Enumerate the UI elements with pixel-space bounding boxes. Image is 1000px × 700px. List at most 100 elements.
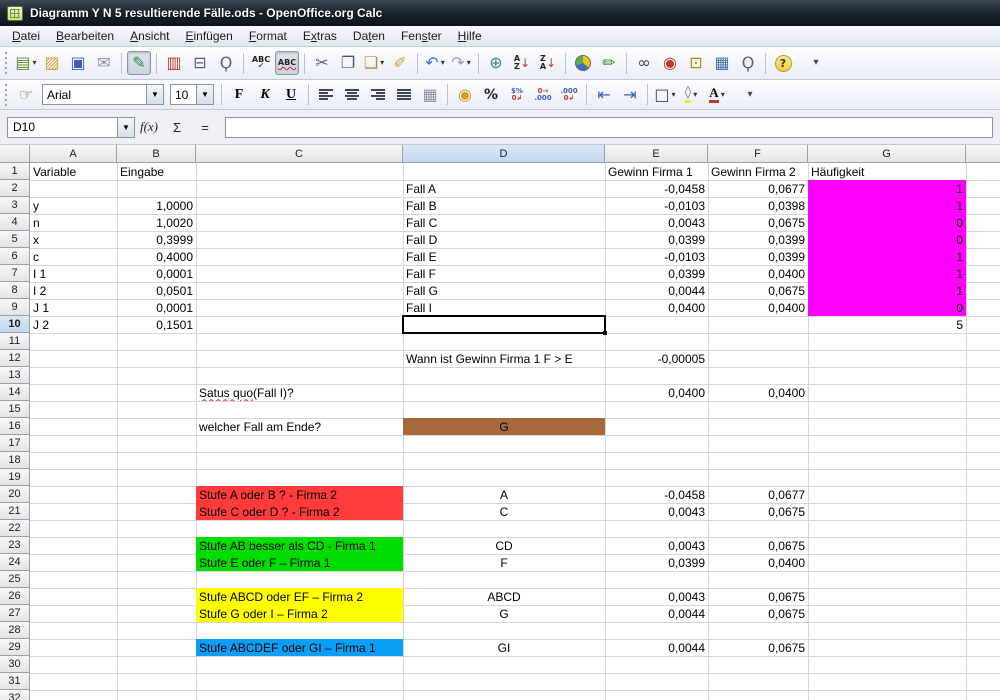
cell-F20[interactable]: 0,0677	[708, 486, 809, 504]
cell-H26[interactable]	[966, 588, 1000, 606]
cell-F3[interactable]: 0,0398	[708, 197, 809, 215]
cell-C19[interactable]	[196, 469, 404, 487]
column-header-B[interactable]: B	[117, 145, 196, 163]
chevron-down-icon[interactable]: ▾	[693, 91, 697, 99]
cell-F7[interactable]: 0,0400	[708, 265, 809, 283]
bold-button[interactable]: F	[227, 83, 251, 107]
cell-B7[interactable]: 0,0001	[117, 265, 197, 283]
cell-B14[interactable]	[117, 384, 197, 402]
row-header-17[interactable]: 17	[0, 435, 30, 452]
increase-indent-button[interactable]: ⇥	[618, 83, 642, 107]
cell-F12[interactable]	[708, 350, 809, 368]
cell-E24[interactable]: 0,0399	[605, 554, 709, 572]
cell-D2[interactable]: Fall A	[403, 180, 606, 198]
row-header-14[interactable]: 14	[0, 384, 30, 401]
edit-mode-button[interactable]: ✎	[127, 51, 151, 75]
menu-einfügen[interactable]: Einfügen	[177, 27, 240, 45]
cell-H11[interactable]	[966, 333, 1000, 351]
cell-C29[interactable]: Stufe ABCDEF oder GI – Firma 1	[196, 639, 404, 657]
cell-F4[interactable]: 0,0675	[708, 214, 809, 232]
cell-D15[interactable]	[403, 401, 606, 419]
row-header-23[interactable]: 23	[0, 537, 30, 554]
chevron-down-icon[interactable]: ▾	[441, 59, 445, 67]
cell-B25[interactable]	[117, 571, 197, 589]
cell-E13[interactable]	[605, 367, 709, 385]
cell-F8[interactable]: 0,0675	[708, 282, 809, 300]
row-header-29[interactable]: 29	[0, 639, 30, 656]
cell-A11[interactable]	[30, 333, 118, 351]
spellcheck-button[interactable]: ABC✔	[249, 51, 273, 75]
cell-A9[interactable]: J 1	[30, 299, 118, 317]
background-color-button[interactable]: ◊▾	[679, 83, 703, 107]
cell-B31[interactable]	[117, 673, 197, 691]
cell-C31[interactable]	[196, 673, 404, 691]
cell-D4[interactable]: Fall C	[403, 214, 606, 232]
cell-F1[interactable]: Gewinn Firma 2	[708, 163, 809, 181]
cell-G9[interactable]: 0	[808, 299, 967, 317]
cell-B24[interactable]	[117, 554, 197, 572]
row-header-9[interactable]: 9	[0, 299, 30, 316]
formula-equals-button[interactable]: =	[192, 116, 218, 138]
cell-A17[interactable]	[30, 435, 118, 453]
cell-C14[interactable]: Satus quo (Fall I)?	[196, 384, 404, 402]
cell-D17[interactable]	[403, 435, 606, 453]
cell-H14[interactable]	[966, 384, 1000, 402]
cell-C4[interactable]	[196, 214, 404, 232]
cell-H15[interactable]	[966, 401, 1000, 419]
cell-A8[interactable]: I 2	[30, 282, 118, 300]
toolbar-drag-handle[interactable]	[4, 52, 9, 74]
column-header-E[interactable]: E	[605, 145, 708, 163]
cell-D18[interactable]	[403, 452, 606, 470]
cell-D27[interactable]: G	[403, 605, 606, 623]
cell-A16[interactable]	[30, 418, 118, 436]
cell-D29[interactable]: GI	[403, 639, 606, 657]
cell-B29[interactable]	[117, 639, 197, 657]
cell-C24[interactable]: Stufe E oder F – Firma 1	[196, 554, 404, 572]
cell-D14[interactable]	[403, 384, 606, 402]
styles-button[interactable]: ☞	[14, 83, 38, 107]
cell-E16[interactable]	[605, 418, 709, 436]
cell-F15[interactable]	[708, 401, 809, 419]
row-header-5[interactable]: 5	[0, 231, 30, 248]
cell-E3[interactable]: -0,0103	[605, 197, 709, 215]
cell-G3[interactable]: 1	[808, 197, 967, 215]
row-header-2[interactable]: 2	[0, 180, 30, 197]
autospellcheck-button[interactable]: ABC	[275, 51, 299, 75]
cell-E14[interactable]: 0,0400	[605, 384, 709, 402]
sum-button[interactable]: Σ	[164, 116, 190, 138]
cell-G31[interactable]	[808, 673, 967, 691]
cell-E11[interactable]	[605, 333, 709, 351]
cell-H27[interactable]	[966, 605, 1000, 623]
cell-H21[interactable]	[966, 503, 1000, 521]
page-preview-button[interactable]: Ϙ	[214, 51, 238, 75]
cell-D19[interactable]	[403, 469, 606, 487]
copy-button[interactable]: ❐	[336, 51, 360, 75]
row-header-6[interactable]: 6	[0, 248, 30, 265]
row-header-12[interactable]: 12	[0, 350, 30, 367]
cell-H31[interactable]	[966, 673, 1000, 691]
cell-H12[interactable]	[966, 350, 1000, 368]
cell-F25[interactable]	[708, 571, 809, 589]
cell-A1[interactable]: Variable	[30, 163, 118, 181]
cell-E29[interactable]: 0,0044	[605, 639, 709, 657]
save-button[interactable]: ▣	[66, 51, 90, 75]
row-header-31[interactable]: 31	[0, 673, 30, 690]
cell-E28[interactable]	[605, 622, 709, 640]
cell-E10[interactable]	[605, 316, 709, 334]
cell-H6[interactable]	[966, 248, 1000, 266]
cell-C30[interactable]	[196, 656, 404, 674]
underline-button[interactable]: U	[279, 83, 303, 107]
row-header-26[interactable]: 26	[0, 588, 30, 605]
cell-H18[interactable]	[966, 452, 1000, 470]
cell-F11[interactable]	[708, 333, 809, 351]
cell-D28[interactable]	[403, 622, 606, 640]
cell-G15[interactable]	[808, 401, 967, 419]
formatting-toolbar-overflow-button[interactable]: ▾	[738, 83, 762, 107]
cell-C28[interactable]	[196, 622, 404, 640]
cell-A27[interactable]	[30, 605, 118, 623]
cell-D25[interactable]	[403, 571, 606, 589]
paste-button[interactable]: ❏▾	[362, 51, 386, 75]
cell-H22[interactable]	[966, 520, 1000, 538]
row-header-1[interactable]: 1	[0, 163, 30, 180]
gallery-button[interactable]: ⊡	[684, 51, 708, 75]
